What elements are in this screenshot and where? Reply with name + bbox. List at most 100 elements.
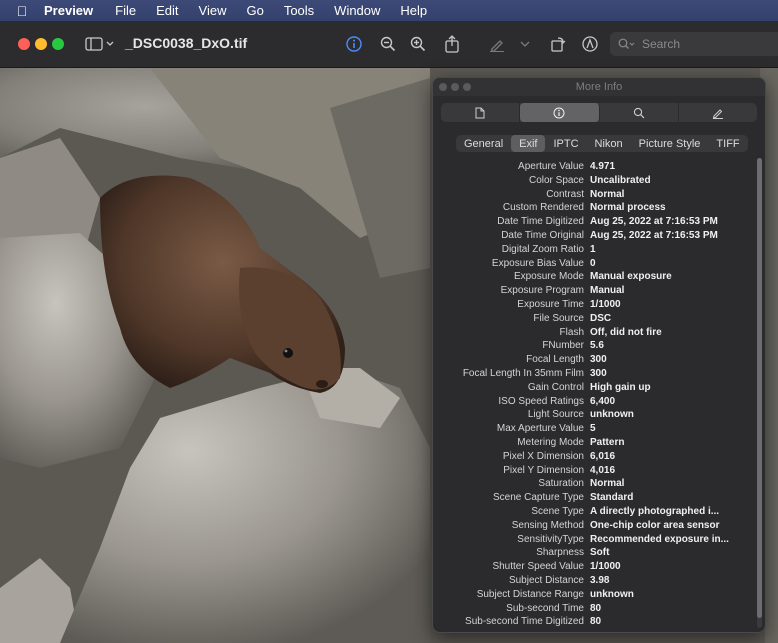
search-field[interactable] <box>610 32 778 56</box>
list-item: Flash Off, did not fire <box>433 326 753 340</box>
metadata-key: Pixel Y Dimension <box>503 464 584 476</box>
pen-icon <box>490 40 504 52</box>
inspector-close-button[interactable] <box>439 83 447 91</box>
list-item: Metering Mode Pattern <box>433 436 753 450</box>
inspector-minimize-button[interactable] <box>451 83 459 91</box>
metadata-value: Uncalibrated <box>590 174 651 186</box>
list-item: Scene Type A directly photographed i... <box>433 505 753 519</box>
metadata-key: Scene Type <box>531 505 584 517</box>
metadata-key: SensitivityType <box>517 533 584 545</box>
annotations-section-button[interactable] <box>679 103 757 122</box>
metadata-value: 300 <box>590 367 607 379</box>
list-item: Digital Zoom Ratio 1 <box>433 243 753 257</box>
minimize-window-button[interactable] <box>35 38 47 50</box>
rotate-button[interactable] <box>548 33 568 55</box>
inspector-scroll-thumb[interactable] <box>757 158 762 618</box>
menu-help[interactable]: Help <box>400 3 427 18</box>
metadata-key: Focal Length In 35mm Film <box>462 367 584 379</box>
metadata-value: 1/1000 <box>590 298 621 310</box>
menu-tools[interactable]: Tools <box>284 3 314 18</box>
metadata-key: Scene Capture Type <box>493 492 584 504</box>
share-icon <box>445 35 459 53</box>
more-info-section-button[interactable] <box>520 103 600 122</box>
tab-nikon[interactable]: Nikon <box>587 135 631 152</box>
tab-exif[interactable]: Exif <box>511 135 546 152</box>
metadata-value: Normal <box>590 478 625 490</box>
magnifier-icon <box>633 107 645 118</box>
metadata-value: 300 <box>590 354 607 366</box>
list-item: Exposure Time 1/1000 <box>433 298 753 312</box>
markup-menu-button[interactable] <box>518 33 532 55</box>
annotate-button[interactable] <box>580 33 600 55</box>
share-button[interactable] <box>442 33 462 55</box>
general-info-section-button[interactable] <box>441 103 521 122</box>
inspector-info-button[interactable] <box>344 33 364 55</box>
metadata-value: 4.971 <box>590 161 616 172</box>
list-item: Custom Rendered Normal process <box>433 201 753 215</box>
metadata-key: FNumber <box>542 340 584 352</box>
list-item: Color Space Uncalibrated <box>433 174 753 188</box>
window-toolbar: _DSC0038_DxO.tif <box>0 21 778 68</box>
zoom-in-button[interactable] <box>408 33 428 55</box>
menu-view[interactable]: View <box>199 3 227 18</box>
metadata-key: Saturation <box>538 478 584 490</box>
list-item: FNumber 5.6 <box>433 339 753 353</box>
inspector-title: More Info <box>575 81 623 93</box>
list-item: Date Time Digitized Aug 25, 2022 at 7:16:… <box>433 215 753 229</box>
metadata-key: Exposure Program <box>500 285 584 297</box>
inspector-zoom-button[interactable] <box>463 83 471 91</box>
document-title: _DSC0038_DxO.tif <box>125 35 248 51</box>
list-item: Shutter Speed Value 1/1000 <box>433 560 753 574</box>
metadata-value: unknown <box>590 409 634 421</box>
menu-go[interactable]: Go <box>246 3 263 18</box>
zoom-out-button[interactable] <box>378 33 398 55</box>
list-item: Contrast Normal <box>433 188 753 202</box>
search-section-button[interactable] <box>600 103 679 122</box>
apple-icon[interactable]:  <box>0 3 44 19</box>
metadata-value: Standard <box>590 492 634 504</box>
list-item: Gain Control High gain up <box>433 381 753 395</box>
menu-file[interactable]: File <box>115 3 136 18</box>
zoom-window-button[interactable] <box>52 38 64 50</box>
metadata-value: 1/1000 <box>590 561 621 573</box>
metadata-value: Off, did not fire <box>590 326 662 338</box>
search-input[interactable] <box>642 37 762 51</box>
info-icon <box>553 107 565 118</box>
close-window-button[interactable] <box>18 38 30 50</box>
tab-iptc[interactable]: IPTC <box>545 135 586 152</box>
inspector-scrollbar[interactable] <box>757 158 762 628</box>
metadata-key: Subject Distance <box>508 574 584 586</box>
list-item: Date Time Original Aug 25, 2022 at 7:16:5… <box>433 229 753 243</box>
zoom-in-icon <box>410 36 426 52</box>
metadata-key: Contrast <box>546 188 584 200</box>
metadata-value: 6,016 <box>590 450 616 462</box>
metadata-value: A directly photographed i... <box>590 505 720 517</box>
sidebar-toggle-button[interactable] <box>84 33 116 55</box>
search-icon <box>618 38 635 49</box>
pencil-icon <box>712 108 723 119</box>
metadata-key: Custom Rendered <box>502 202 584 214</box>
list-item: Exposure Program Manual <box>433 284 753 298</box>
list-item: Sub-second Time Digitized 80 <box>433 615 753 629</box>
exif-metadata-list: Aperture Value 4.971 Color Space Uncalibrat… <box>433 160 753 629</box>
inspector-section-switcher <box>441 103 757 122</box>
markup-button[interactable] <box>487 33 507 55</box>
metadata-key: Max Aperture Value <box>496 423 584 435</box>
metadata-key: Sharpness <box>536 547 584 559</box>
metadata-value: Normal process <box>590 202 666 214</box>
zoom-out-icon <box>380 36 396 52</box>
metadata-key: Shutter Speed Value <box>492 561 584 573</box>
menu-app-preview[interactable]: Preview <box>44 3 93 18</box>
list-item: Focal Length In 35mm Film 300 <box>433 367 753 381</box>
metadata-value: 6,400 <box>590 395 616 407</box>
metadata-value: One-chip color area sensor <box>590 519 720 531</box>
metadata-value: Pattern <box>590 436 625 448</box>
tab-picture-style[interactable]: Picture Style <box>631 135 709 152</box>
more-info-inspector: More Info General Exif IPTC Nikon Pictur… <box>432 77 766 633</box>
menu-window[interactable]: Window <box>334 3 380 18</box>
tab-tiff[interactable]: TIFF <box>708 135 747 152</box>
tab-general[interactable]: General <box>456 135 511 152</box>
metadata-key: Pixel X Dimension <box>502 450 584 462</box>
menu-edit[interactable]: Edit <box>156 3 178 18</box>
metadata-key: Exposure Time <box>517 298 584 310</box>
